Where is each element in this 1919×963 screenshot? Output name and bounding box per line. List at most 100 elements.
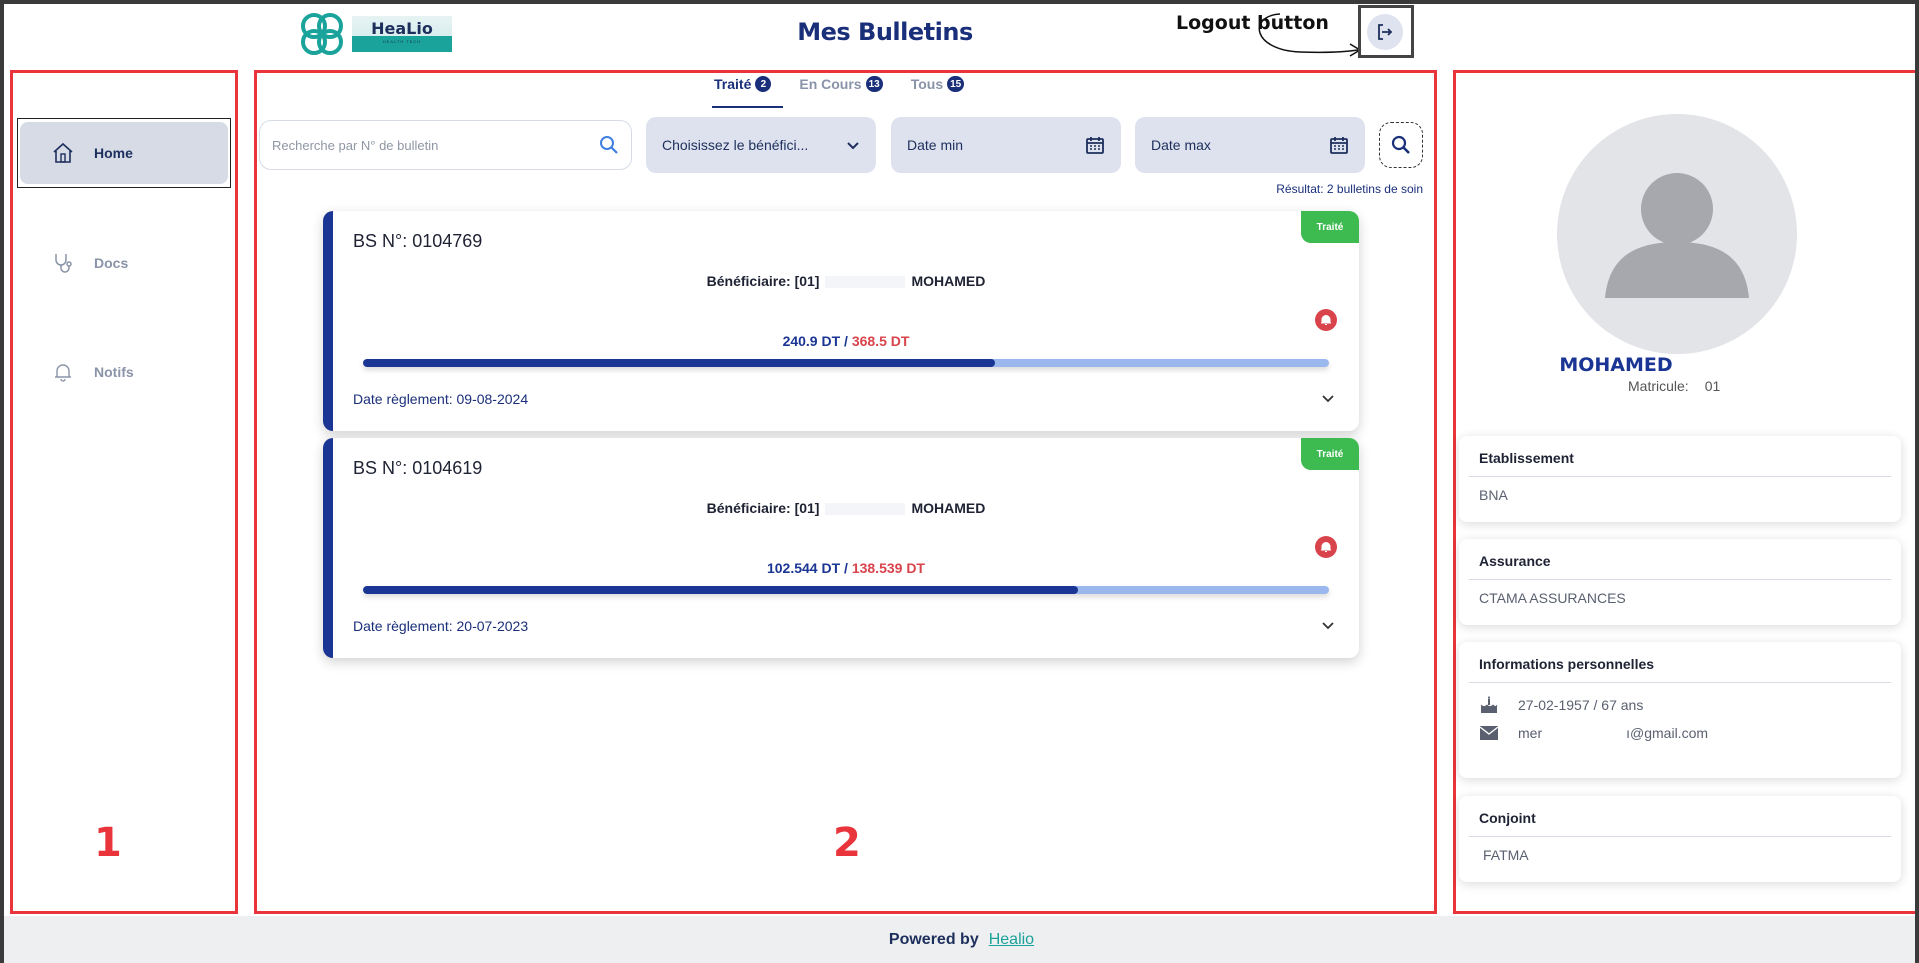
reimbursement-progress xyxy=(363,586,1329,594)
logout-icon xyxy=(1378,24,1393,40)
sidebar-item-docs[interactable]: Docs xyxy=(20,232,228,294)
beneficiary-id: 01] xyxy=(799,500,820,516)
calendar-icon xyxy=(1330,137,1348,154)
personal-info-title: Informations personnelles xyxy=(1469,642,1891,683)
tab-count-badge: 15 xyxy=(947,76,965,92)
sidebar-item-label: Docs xyxy=(94,255,129,271)
tab-traite[interactable]: Traité 2 xyxy=(711,68,784,108)
tab-count-badge: 13 xyxy=(865,76,883,92)
amount-total: 368.5 DT xyxy=(851,333,910,349)
status-badge: Traité xyxy=(1301,211,1359,243)
etablissement-title: Etablissement xyxy=(1469,436,1891,477)
healio-link[interactable]: Healio xyxy=(989,931,1034,949)
region-sidebar-outline xyxy=(10,70,238,914)
status-badge: Traité xyxy=(1301,438,1359,470)
stethoscope-icon xyxy=(50,250,76,276)
tab-count-badge: 2 xyxy=(755,76,772,92)
settlement-date: Date règlement: 20-07-2023 xyxy=(353,618,529,634)
bulletin-search-box xyxy=(259,120,632,170)
date-max-picker[interactable]: Date max xyxy=(1135,117,1365,173)
sidebar-item-label: Home xyxy=(94,145,133,161)
email-end: ı@gmail.com xyxy=(1626,725,1709,741)
personal-info-card: Informations personnelles 27-02-1957 / 6… xyxy=(1459,642,1901,778)
alert-bell-icon[interactable] xyxy=(1315,309,1337,331)
date-min-picker[interactable]: Date min xyxy=(891,117,1121,173)
app-logo[interactable]: HeaLio HEALTH TECH xyxy=(294,9,452,59)
mail-icon xyxy=(1479,723,1499,743)
footer: Powered by Healio xyxy=(4,916,1919,963)
logo-text: HeaLio xyxy=(371,19,433,38)
sidebar-item-home[interactable]: Home xyxy=(20,122,228,184)
date-max-label: Date max xyxy=(1151,137,1211,153)
beneficiary-label: Bénéficiaire: [ xyxy=(706,500,800,516)
logo-wordmark: HeaLio HEALTH TECH xyxy=(352,16,452,52)
date-min-label: Date min xyxy=(907,137,964,153)
reimbursement-progress xyxy=(363,359,1329,367)
conjoint-title: Conjoint xyxy=(1469,796,1891,837)
birth-date: 27-02-1957 / 67 ans xyxy=(1518,697,1644,713)
amount-total: 138.539 DT xyxy=(851,560,925,576)
amounts: 102.544 DT / 138.539 DT xyxy=(333,560,1359,576)
assurance-card: Assurance CTAMA ASSURANCES xyxy=(1459,539,1901,625)
assurance-value: CTAMA ASSURANCES xyxy=(1479,590,1626,606)
conjoint-value: FATMA xyxy=(1483,847,1529,863)
alert-bell-icon[interactable] xyxy=(1315,536,1337,558)
beneficiary-line: Bénéficiaire: [01] MOHAMED xyxy=(333,500,1359,516)
matricule-label: Matricule: xyxy=(1628,378,1689,394)
settlement-date: Date règlement: 09-08-2024 xyxy=(353,391,529,407)
search-icon xyxy=(1391,135,1410,154)
matricule: Matricule: 01 xyxy=(1628,378,1720,394)
bulletin-search-input[interactable] xyxy=(272,137,599,153)
progress-fill xyxy=(363,359,995,367)
region-number-1: 1 xyxy=(94,820,122,866)
tab-tous[interactable]: Tous 15 xyxy=(911,68,965,108)
beneficiary-name: MOHAMED xyxy=(911,500,986,516)
tab-label: En Cours xyxy=(799,76,862,92)
beneficiary-select[interactable]: Choisissez le bénéfici... xyxy=(646,117,876,173)
amount-separator: / xyxy=(840,560,852,576)
tab-en-cours[interactable]: En Cours 13 xyxy=(799,68,883,108)
logout-button[interactable] xyxy=(1367,14,1403,50)
user-silhouette-icon xyxy=(1605,173,1749,298)
status-tabs: Traité 2 En Cours 13 Tous 15 xyxy=(711,68,965,108)
bulletin-number: BS N°: 0104619 xyxy=(353,458,483,478)
bell-icon xyxy=(50,359,76,385)
etablissement-card: Etablissement BNA xyxy=(1459,436,1901,522)
beneficiary-name: MOHAMED xyxy=(911,273,986,289)
tab-label: Tous xyxy=(910,76,944,92)
annotation-arrow-icon xyxy=(1258,13,1362,57)
sidebar-item-notifs[interactable]: Notifs xyxy=(20,341,228,403)
beneficiary-id: 01] xyxy=(799,273,820,289)
beneficiary-select-value: Choisissez le bénéfici... xyxy=(662,137,809,153)
email-row: mer ı@gmail.com xyxy=(1469,715,1891,743)
redacted-area xyxy=(825,276,906,289)
amounts: 240.9 DT / 368.5 DT xyxy=(333,333,1359,349)
email-start: mer xyxy=(1518,725,1543,741)
matricule-value: 01 xyxy=(1704,378,1721,394)
birthday-cake-icon xyxy=(1479,695,1499,715)
birth-row: 27-02-1957 / 67 ans xyxy=(1469,683,1891,715)
amount-paid: 240.9 DT xyxy=(782,333,841,349)
beneficiary-label: Bénéficiaire: [ xyxy=(706,273,800,289)
logo-subtext: HEALTH TECH xyxy=(382,39,422,44)
amount-paid: 102.544 DT xyxy=(766,560,841,576)
page-title: Mes Bulletins xyxy=(797,18,973,46)
chevron-down-icon[interactable] xyxy=(1319,616,1337,634)
redacted-area xyxy=(825,503,906,516)
search-button[interactable] xyxy=(1379,122,1423,168)
region-number-2: 2 xyxy=(833,820,861,866)
redacted-area xyxy=(1542,727,1627,739)
calendar-icon xyxy=(1086,137,1104,154)
home-icon xyxy=(50,140,76,166)
chevron-down-icon xyxy=(847,142,859,150)
bulletin-card[interactable]: Traité BS N°: 0104769 Bénéficiaire: [01]… xyxy=(323,211,1359,431)
search-icon[interactable] xyxy=(599,135,619,155)
conjoint-card: Conjoint FATMA xyxy=(1459,796,1901,882)
logo-knot-icon xyxy=(301,13,343,55)
bulletin-card[interactable]: Traité BS N°: 0104619 Bénéficiaire: [01]… xyxy=(323,438,1359,658)
sidebar-item-label: Notifs xyxy=(94,364,134,380)
chevron-down-icon[interactable] xyxy=(1319,389,1337,407)
powered-by-label: Powered by xyxy=(888,930,979,948)
beneficiary-line: Bénéficiaire: [01] MOHAMED xyxy=(333,273,1359,289)
avatar xyxy=(1557,114,1797,354)
